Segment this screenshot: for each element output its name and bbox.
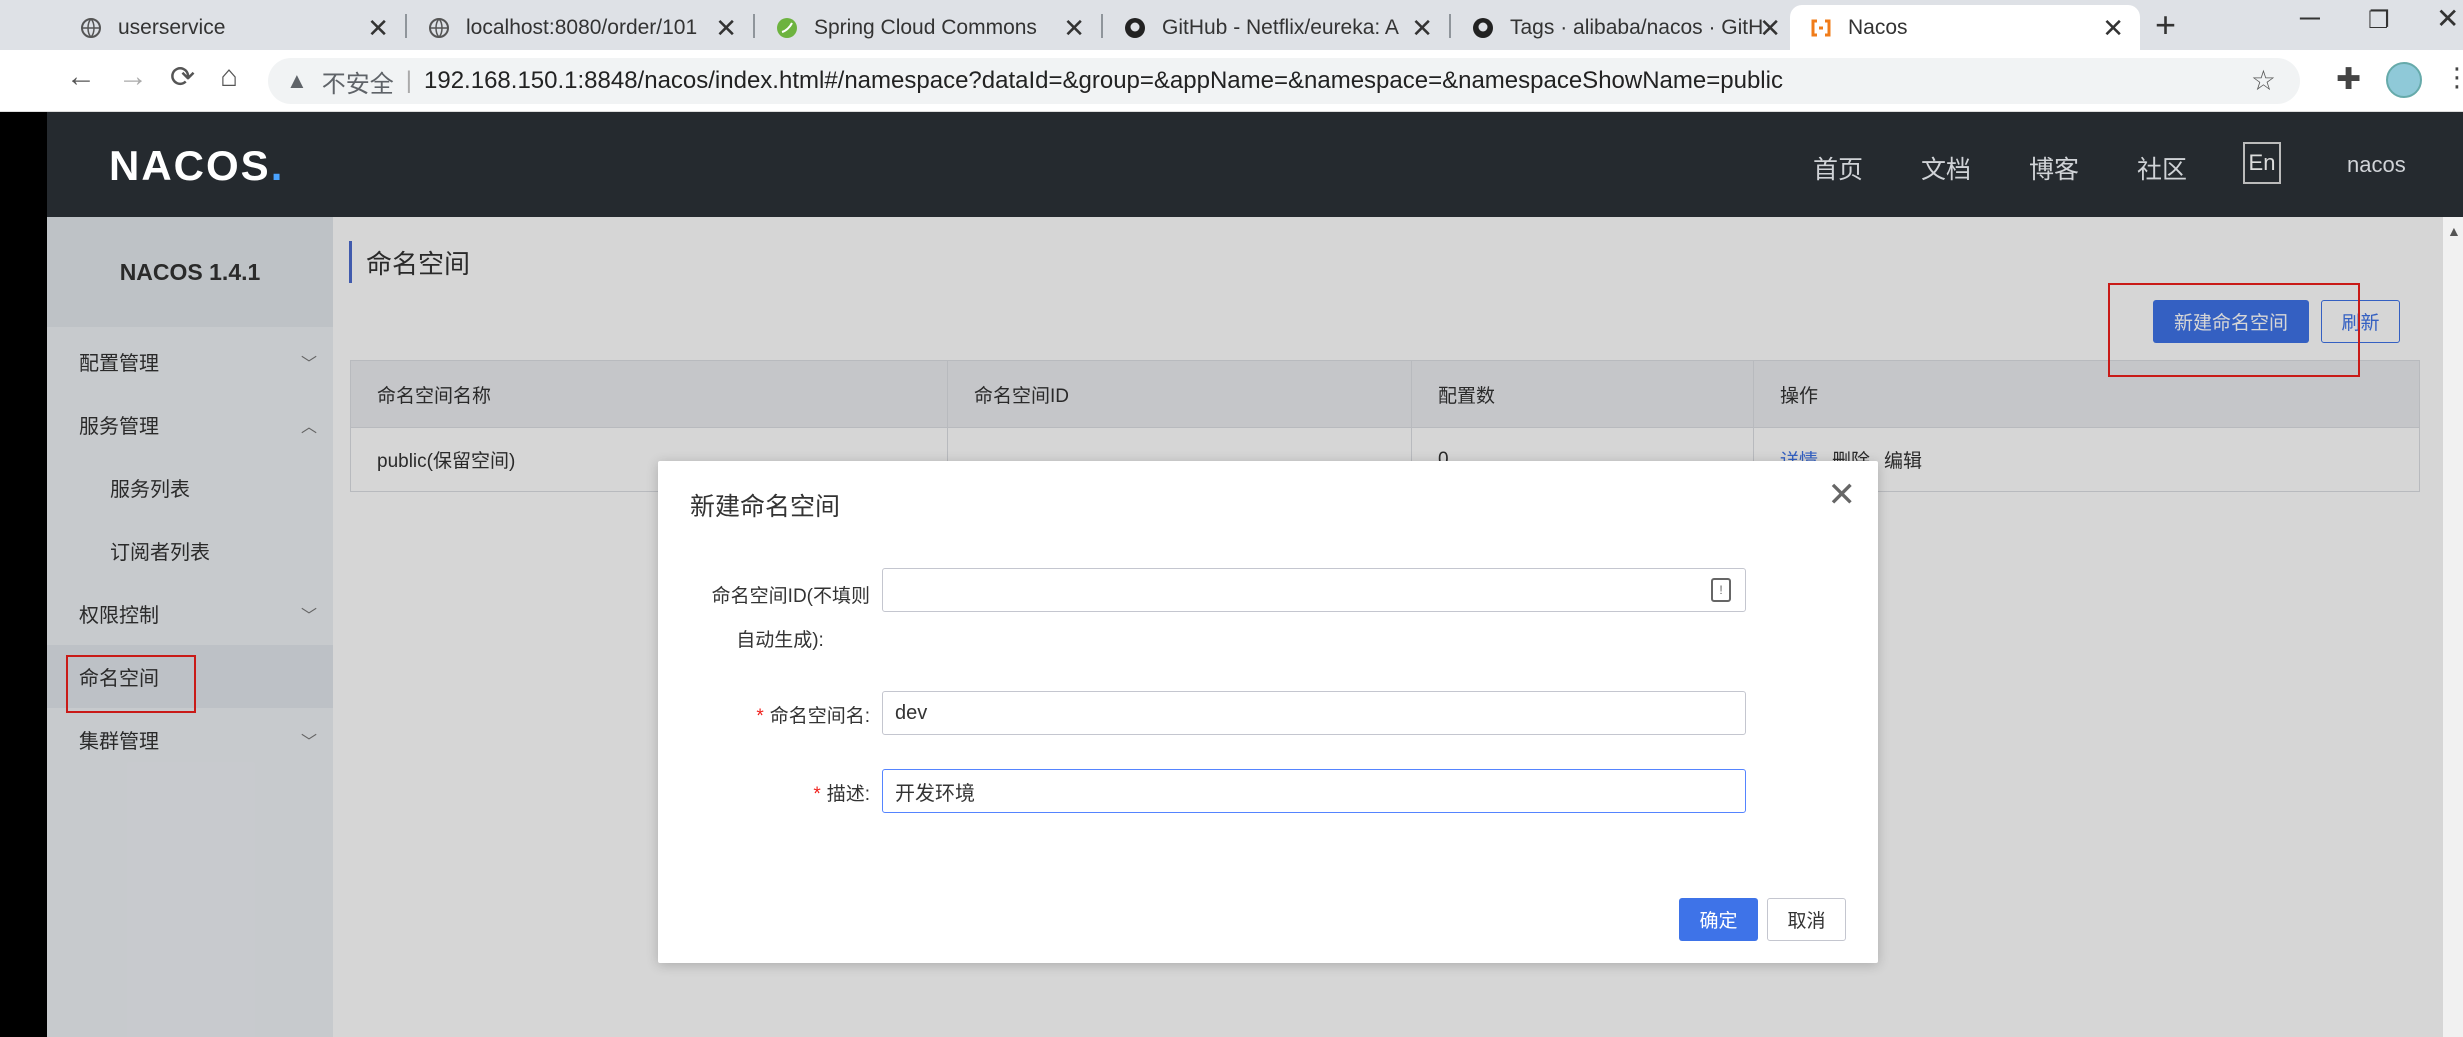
nav-community[interactable]: 社区 xyxy=(2137,150,2187,186)
forward-icon[interactable]: → xyxy=(118,60,148,94)
cancel-button[interactable]: 取消 xyxy=(1767,898,1846,941)
tab-title: userservice xyxy=(118,15,226,39)
restore-icon[interactable]: ❐ xyxy=(2368,6,2390,35)
bookmark-star-icon[interactable]: ☆ xyxy=(2251,64,2276,97)
home-icon[interactable]: ⌂ xyxy=(220,60,238,94)
warning-icon: ▲ xyxy=(286,68,308,93)
address-bar[interactable]: ▲ 不安全 | 192.168.150.1:8848/nacos/index.h… xyxy=(268,58,2300,104)
extensions-puzzle-icon[interactable]: ✚ xyxy=(2336,62,2361,97)
back-icon[interactable]: ← xyxy=(66,60,96,94)
url-text: 192.168.150.1:8848/nacos/index.html#/nam… xyxy=(424,67,1783,94)
browser-tab[interactable]: localhost:8080/order/101 ✕ xyxy=(408,5,753,50)
github-icon xyxy=(1472,17,1494,39)
new-namespace-dialog: 新建命名空间 ✕ 命名空间ID(不填则 自动生成): ! * 命名空间名: dev… xyxy=(658,461,1878,963)
close-icon[interactable]: ✕ xyxy=(1759,13,1781,44)
spring-leaf-icon xyxy=(776,17,798,39)
namespace-name-label: * 命名空间名: xyxy=(756,706,870,727)
close-icon[interactable]: ✕ xyxy=(367,13,389,44)
namespace-name-input[interactable]: dev xyxy=(882,691,1746,735)
close-icon[interactable]: ✕ xyxy=(715,13,737,44)
window-close-icon[interactable]: ✕ xyxy=(2436,2,2459,35)
description-input[interactable]: 开发环境 xyxy=(882,769,1746,813)
browser-tab[interactable]: Tags · alibaba/nacos · GitH ✕ xyxy=(1452,5,1797,50)
minimize-icon[interactable]: ─ xyxy=(2300,2,2320,34)
namespace-id-input[interactable]: ! xyxy=(882,568,1746,612)
close-icon[interactable]: ✕ xyxy=(1828,475,1857,515)
tab-title: Spring Cloud Commons xyxy=(814,15,1037,39)
nacos-icon xyxy=(1810,17,1832,39)
namespace-id-label: 命名空间ID(不填则 自动生成): xyxy=(711,586,870,651)
github-icon xyxy=(1124,17,1146,39)
dialog-title: 新建命名空间 xyxy=(690,493,841,521)
browser-tab[interactable]: GitHub - Netflix/eureka: A ✕ xyxy=(1104,5,1449,50)
tab-separator xyxy=(405,14,407,38)
address-separator: | xyxy=(405,67,413,94)
clipboard-icon[interactable]: ! xyxy=(1711,578,1731,602)
browser-tab-active[interactable]: Nacos ✕ xyxy=(1790,5,2140,50)
close-icon[interactable]: ✕ xyxy=(2102,13,2124,44)
nav-home[interactable]: 首页 xyxy=(1813,150,1863,186)
new-tab-button[interactable]: + xyxy=(2155,4,2176,46)
globe-icon xyxy=(80,17,102,39)
browser-toolbar: ← → ⟳ ⌂ ▲ 不安全 | 192.168.150.1:8848/nacos… xyxy=(0,50,2463,112)
globe-icon xyxy=(428,17,450,39)
browser-tab[interactable]: userservice ✕ xyxy=(60,5,405,50)
description-label: * 描述: xyxy=(813,784,870,805)
tab-separator xyxy=(1101,14,1103,38)
app-header: NACOS. 首页 文档 博客 社区 En nacos xyxy=(47,112,2463,217)
reload-icon[interactable]: ⟳ xyxy=(170,60,195,95)
left-edge xyxy=(0,112,47,1037)
browser-tab-bar: userservice ✕ localhost:8080/order/101 ✕… xyxy=(0,0,2463,50)
close-icon[interactable]: ✕ xyxy=(1411,13,1433,44)
browser-tab[interactable]: Spring Cloud Commons ✕ xyxy=(756,5,1101,50)
tab-separator xyxy=(1449,14,1451,38)
menu-dots-icon[interactable]: ⋮ xyxy=(2444,62,2463,93)
tab-title: GitHub - Netflix/eureka: A xyxy=(1162,15,1399,39)
tab-title: Nacos xyxy=(1848,15,1908,39)
tab-separator xyxy=(753,14,755,38)
scrollbar[interactable]: ▲ xyxy=(2443,217,2463,1037)
language-toggle[interactable]: En xyxy=(2243,142,2281,184)
tab-title: localhost:8080/order/101 xyxy=(466,15,698,39)
nav-blog[interactable]: 博客 xyxy=(2029,150,2079,186)
tab-title: Tags · alibaba/nacos · GitH xyxy=(1510,15,1764,39)
close-icon[interactable]: ✕ xyxy=(1063,13,1085,44)
user-name[interactable]: nacos xyxy=(2347,152,2406,178)
profile-avatar[interactable] xyxy=(2386,62,2422,98)
scroll-up-icon[interactable]: ▲ xyxy=(2447,223,2461,239)
nav-docs[interactable]: 文档 xyxy=(1921,150,1971,186)
confirm-button[interactable]: 确定 xyxy=(1679,898,1758,941)
nacos-logo[interactable]: NACOS. xyxy=(109,142,284,190)
security-label: 不安全 xyxy=(321,70,394,98)
